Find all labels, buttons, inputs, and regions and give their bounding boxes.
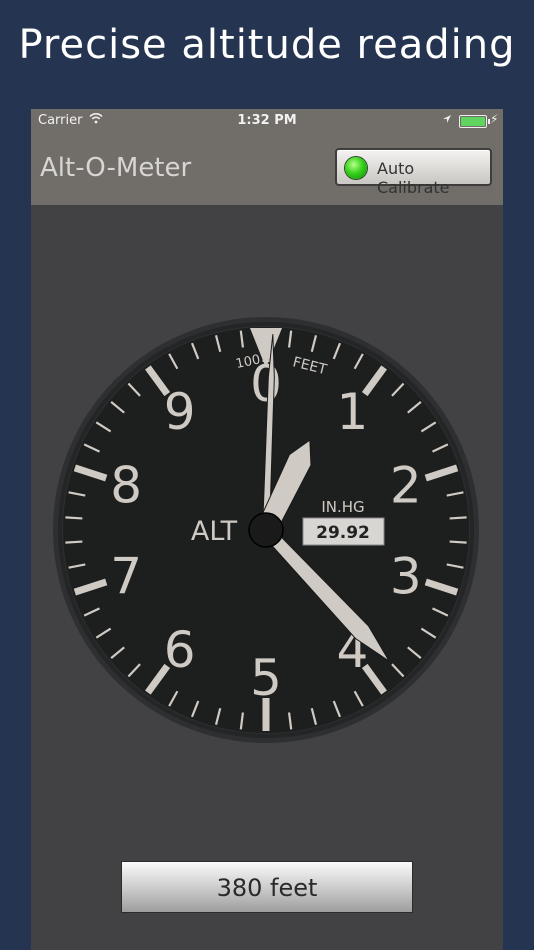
alt-label: ALT — [191, 516, 238, 547]
minor-tick — [449, 516, 467, 520]
numeral-1: 1 — [336, 383, 368, 441]
numeral-6: 6 — [164, 621, 196, 679]
pressure-value: 29.92 — [316, 523, 370, 543]
app-title: Alt-O-Meter — [40, 153, 192, 183]
numeral-3: 3 — [390, 547, 422, 605]
pressure-unit-label: IN.HG — [321, 498, 364, 516]
numeral-9: 9 — [164, 383, 196, 441]
numeral-2: 2 — [390, 457, 422, 515]
auto-calibrate-label: Auto Calibrate — [377, 159, 450, 197]
minor-tick — [65, 540, 83, 544]
gauge-hub — [248, 512, 284, 548]
nav-bar: Alt-O-Meter Auto Calibrate — [31, 133, 503, 205]
auto-calibrate-button[interactable]: Auto Calibrate — [335, 148, 492, 197]
headline: Precise altitude reading — [18, 22, 516, 68]
location-arrow-icon — [442, 113, 452, 129]
status-time: 1:32 PM — [237, 113, 297, 128]
battery-icon — [459, 115, 490, 128]
numeral-7: 7 — [110, 547, 142, 605]
charging-bolt-icon: ⚡ — [490, 112, 499, 126]
calibrate-status-led-icon — [345, 157, 367, 179]
numeral-8: 8 — [110, 457, 142, 515]
numeral-5: 5 — [250, 649, 282, 707]
minor-tick — [65, 516, 83, 520]
minor-tick — [449, 540, 467, 544]
altitude-readout: 380 feet — [121, 861, 413, 913]
altimeter-gauge: 0 123456789 100 FEET ALT IN.HG 29.92 — [53, 317, 479, 743]
app-screen: Carrier 1:32 PM ⚡ Alt-O-Meter Auto Calib… — [31, 109, 503, 950]
status-bar: Carrier 1:32 PM ⚡ — [31, 109, 503, 133]
